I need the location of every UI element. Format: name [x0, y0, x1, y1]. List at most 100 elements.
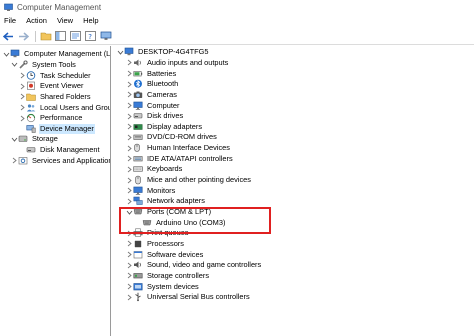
performance-icon — [26, 114, 36, 123]
collapsed-chevron-icon[interactable] — [125, 112, 133, 121]
collapsed-chevron-icon[interactable] — [18, 103, 26, 112]
toolbar: ? — [0, 28, 474, 45]
keyboard-icon — [133, 165, 143, 174]
console-tree-item[interactable]: Storage — [10, 134, 59, 145]
collapsed-chevron-icon[interactable] — [125, 239, 133, 248]
collapsed-chevron-icon[interactable] — [125, 122, 133, 131]
collapsed-chevron-icon[interactable] — [10, 156, 18, 165]
collapsed-chevron-icon[interactable] — [18, 92, 26, 101]
back-icon[interactable] — [2, 30, 15, 43]
system-device-icon — [133, 282, 143, 291]
collapsed-chevron-icon[interactable] — [125, 250, 133, 259]
collapsed-chevron-icon[interactable] — [125, 261, 133, 270]
show-hide-tree-icon[interactable] — [54, 30, 67, 43]
device-tree-item[interactable]: System devices — [125, 281, 200, 292]
device-tree-item[interactable]: Universal Serial Bus controllers — [125, 292, 251, 303]
device-tree-item[interactable]: Disk drives — [125, 111, 184, 122]
console-tree-item[interactable]: Local Users and Groups — [18, 102, 110, 113]
device-tree-item[interactable]: Network adapters — [125, 196, 206, 207]
collapsed-chevron-icon[interactable] — [125, 186, 133, 195]
expanded-chevron-icon[interactable] — [10, 135, 18, 144]
tree-item-label: Universal Serial Bus controllers — [147, 292, 250, 302]
speaker-icon — [133, 58, 143, 67]
storage-icon — [18, 135, 28, 144]
console-tree-item[interactable]: System Tools — [10, 60, 77, 71]
tree-item-label: Storage controllers — [147, 270, 210, 280]
usb-icon — [133, 293, 143, 302]
collapsed-chevron-icon[interactable] — [125, 282, 133, 291]
tree-item-label: DESKTOP-4G4TFG5 — [138, 47, 209, 57]
tree-item-label: Human Interface Devices — [147, 143, 230, 153]
device-tree-item[interactable]: IDE ATA/ATAPI controllers — [125, 154, 234, 165]
monitor-icon — [133, 101, 143, 110]
menu-file[interactable]: File — [0, 14, 21, 28]
device-tree-item[interactable]: Monitors — [125, 185, 176, 196]
collapsed-chevron-icon[interactable] — [125, 90, 133, 99]
console-tree-item[interactable]: Disk Management — [18, 145, 101, 156]
device-tree-item[interactable]: Computer — [125, 100, 180, 111]
collapsed-chevron-icon[interactable] — [125, 271, 133, 280]
device-tree-item[interactable]: Bluetooth — [125, 79, 179, 90]
console-tree-item[interactable]: Computer Management (Local — [2, 49, 110, 60]
collapsed-chevron-icon[interactable] — [125, 154, 133, 163]
console-tree-item[interactable]: Event Viewer — [18, 81, 84, 92]
collapsed-chevron-icon[interactable] — [125, 58, 133, 67]
device-tree-item[interactable]: Mice and other pointing devices — [125, 175, 252, 186]
menu-view[interactable]: View — [52, 14, 78, 28]
device-tree-item[interactable]: Batteries — [125, 68, 177, 79]
collapsed-chevron-icon[interactable] — [18, 82, 26, 91]
collapsed-chevron-icon[interactable] — [125, 165, 133, 174]
window-title: Computer Management — [17, 2, 102, 12]
device-tree-pane[interactable]: DESKTOP-4G4TFG5 Audio inputs and outputs B… — [113, 46, 474, 336]
expanded-chevron-icon[interactable] — [116, 48, 124, 57]
console-tree-item[interactable]: Services and Applications — [10, 156, 110, 167]
device-tree-item[interactable]: Sound, video and game controllers — [125, 260, 262, 271]
up-folder-icon[interactable] — [39, 30, 52, 43]
expanded-chevron-icon[interactable] — [2, 50, 10, 59]
collapsed-chevron-icon[interactable] — [125, 197, 133, 206]
collapsed-chevron-icon[interactable] — [125, 69, 133, 78]
collapsed-chevron-icon[interactable] — [125, 101, 133, 110]
console-tree-item[interactable]: Task Scheduler — [18, 70, 92, 81]
tools-icon — [18, 60, 28, 69]
device-tree-item[interactable]: Display adapters — [125, 122, 203, 133]
properties-icon[interactable] — [69, 30, 82, 43]
monitor-action-icon[interactable] — [99, 30, 112, 43]
expanded-chevron-icon[interactable] — [10, 60, 18, 69]
disk-icon — [133, 112, 143, 121]
console-tree-pane[interactable]: Computer Management (LocalSystem ToolsTa… — [0, 46, 111, 336]
console-tree-item[interactable]: Shared Folders — [18, 92, 92, 103]
collapsed-chevron-icon[interactable] — [18, 71, 26, 80]
tree-item-label: Disk Management — [40, 145, 100, 155]
device-tree-item[interactable]: Processors — [125, 239, 185, 250]
menu-action[interactable]: Action — [21, 14, 52, 28]
device-tree-item[interactable]: DESKTOP-4G4TFG5 — [116, 47, 210, 58]
hid-icon — [133, 143, 143, 153]
menu-help[interactable]: Help — [78, 14, 103, 28]
clock-icon — [26, 70, 36, 80]
device-tree-item[interactable]: Software devices — [125, 249, 204, 260]
console-tree-item[interactable]: Performance — [18, 113, 83, 124]
collapsed-chevron-icon[interactable] — [125, 80, 133, 89]
tree-item-label: System Tools — [32, 59, 76, 69]
collapsed-chevron-icon[interactable] — [125, 133, 133, 142]
no-expander — [18, 146, 26, 155]
device-tree-item[interactable]: Storage controllers — [125, 271, 210, 282]
collapsed-chevron-icon[interactable] — [125, 293, 133, 302]
device-tree-item[interactable]: DVD/CD-ROM drives — [125, 132, 218, 143]
collapsed-chevron-icon[interactable] — [18, 114, 26, 123]
device-tree-item[interactable]: Human Interface Devices — [125, 143, 231, 154]
help-icon[interactable]: ? — [84, 30, 97, 43]
device-tree-item[interactable]: Audio inputs and outputs — [125, 58, 229, 69]
device-tree-item[interactable]: Keyboards — [125, 164, 183, 175]
collapsed-chevron-icon[interactable] — [125, 176, 133, 185]
forward-icon[interactable] — [17, 30, 30, 43]
tree-item-label: Shared Folders — [40, 91, 91, 101]
software-device-icon — [133, 250, 143, 259]
tree-item-label: Keyboards — [147, 164, 183, 174]
tree-item-label: Sound, video and game controllers — [147, 260, 262, 270]
mouse-icon — [133, 175, 143, 185]
device-tree-item[interactable]: Cameras — [125, 90, 178, 101]
console-tree-item[interactable]: Device Manager — [18, 123, 95, 135]
collapsed-chevron-icon[interactable] — [125, 144, 133, 153]
